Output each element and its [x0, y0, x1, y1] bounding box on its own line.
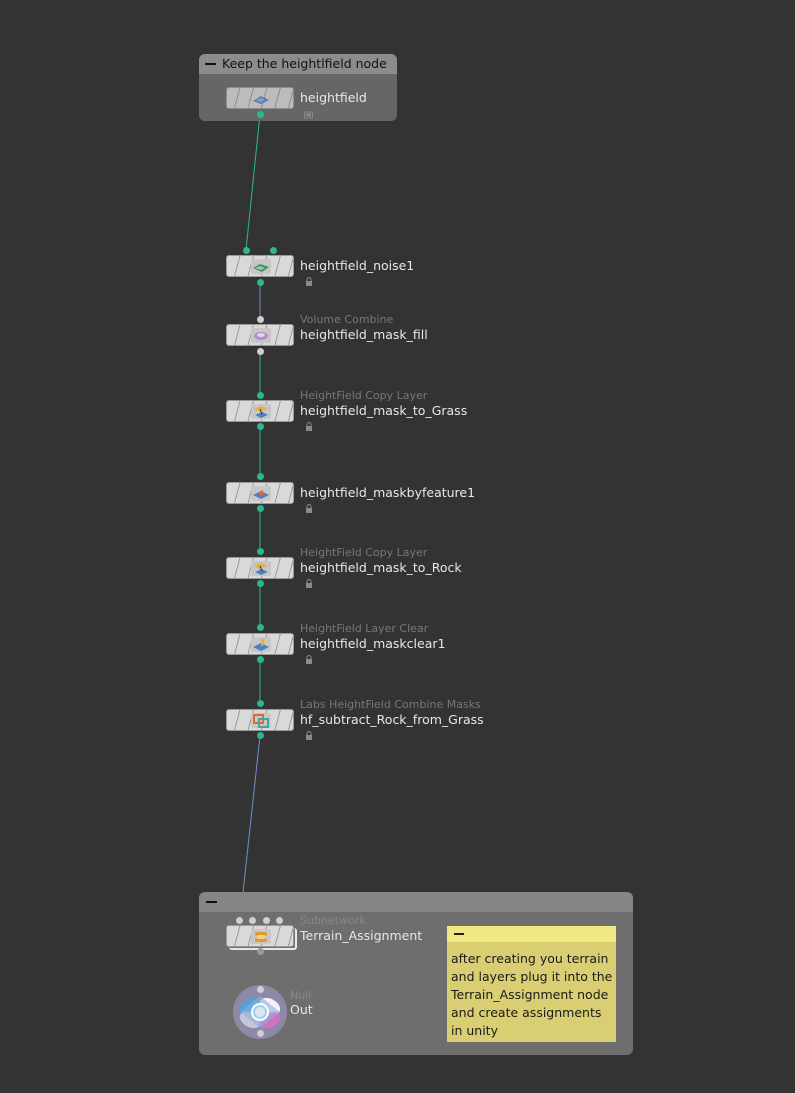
network-box-title-bar[interactable] [199, 892, 633, 912]
node-name: heightfield_mask_to_Grass [300, 403, 468, 418]
node-name: Out [290, 1002, 313, 1017]
node-body[interactable] [226, 633, 294, 655]
input-port[interactable] [257, 316, 264, 323]
combine-masks-icon [251, 713, 271, 728]
mask-by-feature-icon [251, 486, 271, 501]
input-port[interactable] [257, 624, 264, 631]
input-port[interactable] [257, 548, 264, 555]
node-name: heightfield_mask_fill [300, 327, 428, 342]
node-name: heightfield [300, 90, 367, 105]
node-type: HeightField Copy Layer [300, 546, 428, 559]
sticky-note-title-bar[interactable] [447, 926, 616, 942]
output-port[interactable] [257, 948, 264, 955]
input-port[interactable] [257, 700, 264, 707]
node-name: hf_subtract_Rock_from_Grass [300, 712, 484, 727]
node-body[interactable] [226, 324, 294, 346]
node-type: Volume Combine [300, 313, 394, 326]
node-type: Subnetwork [300, 914, 366, 927]
network-box-title-bar[interactable]: Keep the heightlfield node [199, 54, 397, 74]
collapse-icon[interactable] [454, 933, 464, 935]
wire[interactable] [245, 113, 261, 251]
collapse-icon[interactable] [205, 63, 216, 65]
node-body[interactable] [226, 709, 294, 731]
sticky-note[interactable]: after creating you terrain and layers pl… [447, 926, 616, 1042]
node-type: HeightField Layer Clear [300, 622, 429, 635]
noise-icon [251, 259, 271, 274]
volume-combine-icon [251, 328, 271, 343]
input-port-3[interactable] [263, 917, 270, 924]
lock-icon[interactable] [304, 277, 314, 287]
node-type: HeightField Copy Layer [300, 389, 428, 402]
input-port-mask[interactable] [270, 247, 277, 254]
output-port[interactable] [257, 1030, 264, 1037]
output-port[interactable] [257, 656, 264, 663]
output-port[interactable] [257, 505, 264, 512]
lock-icon[interactable] [304, 655, 314, 665]
input-port-1[interactable] [236, 917, 243, 924]
node-type: Labs HeightField Combine Masks [300, 698, 481, 711]
output-port[interactable] [257, 279, 264, 286]
network-box-title: Keep the heightlfield node [222, 56, 387, 71]
display-flag-icon[interactable] [304, 110, 314, 120]
output-port[interactable] [257, 580, 264, 587]
lock-icon[interactable] [304, 579, 314, 589]
node-name: heightfield_noise1 [300, 258, 415, 273]
input-port-2[interactable] [249, 917, 256, 924]
node-body[interactable] [226, 255, 294, 277]
lock-icon[interactable] [304, 504, 314, 514]
input-port[interactable] [243, 247, 250, 254]
lock-icon[interactable] [304, 731, 314, 741]
subnetwork-icon [251, 929, 271, 944]
input-port[interactable] [257, 473, 264, 480]
input-port-4[interactable] [276, 917, 283, 924]
node-body[interactable] [226, 925, 294, 947]
node-body[interactable] [226, 482, 294, 504]
copy-layer-icon [251, 404, 271, 419]
input-port[interactable] [257, 392, 264, 399]
node-body[interactable] [226, 87, 294, 109]
copy-layer-icon [251, 561, 271, 576]
output-port[interactable] [257, 348, 264, 355]
input-port[interactable] [257, 986, 264, 993]
node-name: Terrain_Assignment [300, 928, 423, 943]
node-body[interactable] [226, 557, 294, 579]
collapse-icon[interactable] [206, 901, 217, 903]
node-type: Null [290, 989, 312, 1002]
output-port[interactable] [257, 423, 264, 430]
output-port[interactable] [257, 111, 264, 118]
sticky-note-text[interactable]: after creating you terrain and layers pl… [451, 950, 614, 1040]
lock-icon[interactable] [304, 422, 314, 432]
node-name: heightfield_maskclear1 [300, 636, 446, 651]
node-body[interactable] [226, 400, 294, 422]
node-name: heightfield_maskbyfeature1 [300, 485, 476, 500]
heightfield-icon [251, 91, 271, 106]
layer-clear-icon [251, 637, 271, 652]
output-port[interactable] [257, 732, 264, 739]
node-name: heightfield_mask_to_Rock [300, 560, 462, 575]
